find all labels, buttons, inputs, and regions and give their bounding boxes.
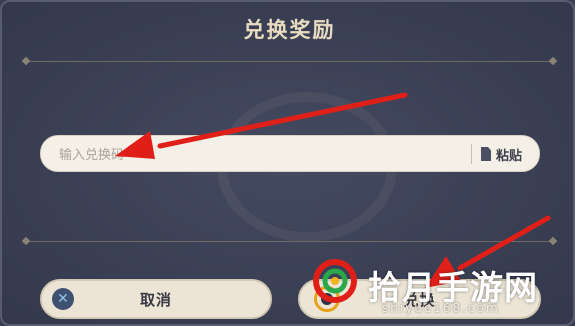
site-watermark: 拾月手游网 shiyue168.com — [300, 245, 575, 326]
site-logo-icon — [313, 259, 357, 303]
dialog-title: 兑换奖励 — [243, 18, 336, 42]
redeem-code-field[interactable]: 粘贴 — [40, 135, 540, 172]
close-circle-icon: ✕ — [52, 288, 74, 310]
divider-diamond-right — [548, 56, 558, 66]
divider-line — [26, 61, 553, 62]
divider-diamond-right — [548, 236, 558, 246]
top-divider — [2, 56, 575, 67]
cancel-button[interactable]: ✕ 取消 — [40, 279, 272, 319]
divider-line — [26, 241, 553, 242]
site-url: shiyue168.com — [382, 301, 500, 315]
divider-diamond-left — [21, 236, 31, 246]
paste-label: 粘贴 — [496, 148, 523, 164]
divider-diamond-left — [21, 56, 31, 66]
cancel-label: 取消 — [139, 290, 172, 309]
paste-separator — [471, 144, 472, 164]
paste-button[interactable]: 粘贴 — [481, 143, 533, 165]
document-icon — [481, 147, 491, 161]
redeem-code-input[interactable] — [57, 145, 441, 165]
